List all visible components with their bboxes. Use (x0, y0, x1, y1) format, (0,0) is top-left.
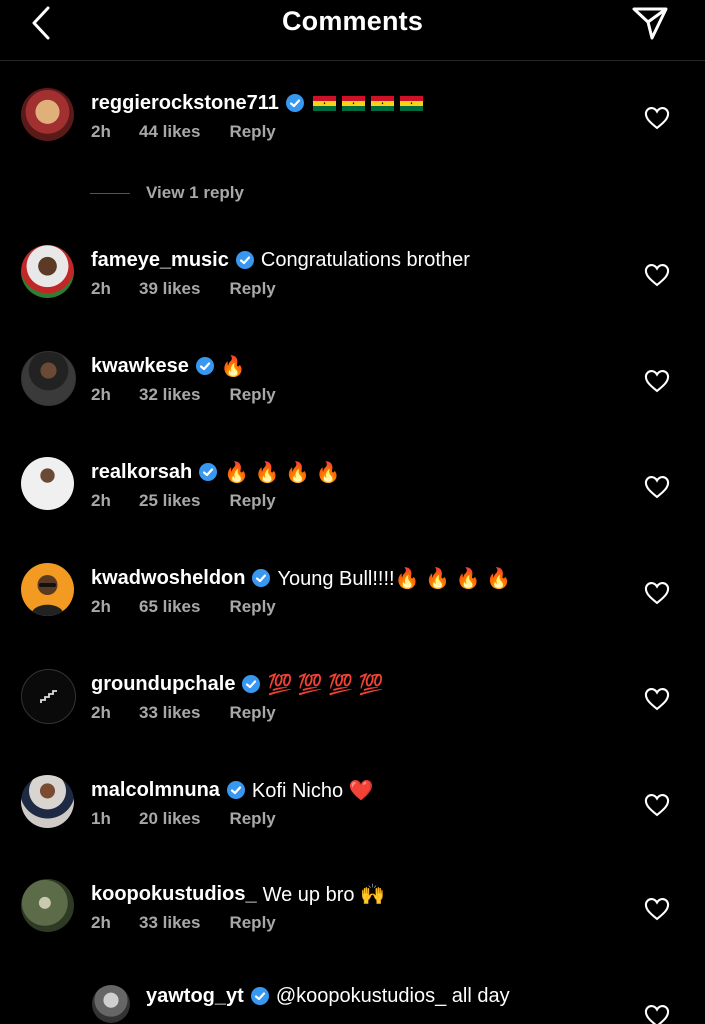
comment-time: 2h (91, 279, 111, 298)
avatar[interactable] (21, 669, 76, 724)
avatar[interactable] (92, 985, 130, 1023)
view-replies-label: View 1 reply (146, 183, 244, 202)
username[interactable]: yawtog_yt (146, 985, 244, 1008)
heart-icon[interactable] (643, 895, 671, 923)
heart-icon[interactable] (643, 367, 671, 395)
avatar-illustration (31, 575, 64, 616)
heart-icon[interactable] (643, 104, 671, 132)
comment-text: Young Bull!!!!🔥 🔥 🔥 🔥 (277, 567, 511, 590)
username[interactable]: malcolmnuna (91, 779, 220, 802)
username[interactable]: groundupchale (91, 673, 235, 696)
reply-button[interactable]: Reply (229, 491, 275, 511)
verified-badge-icon (198, 462, 218, 482)
heart-icon[interactable] (643, 685, 671, 713)
reply-button[interactable]: Reply (229, 597, 275, 617)
page-title: Comments (281, 6, 424, 36)
comment-item: reggierockstone711 2h 44 likes Reply (0, 88, 705, 178)
comment-item: malcolmnuna Kofi Nicho ❤️ 1h 20 likes Re… (0, 775, 705, 865)
header: Comments (0, 0, 705, 61)
comment-time: 2h (91, 597, 111, 616)
avatar[interactable] (21, 245, 74, 298)
avatar[interactable] (21, 351, 76, 406)
comment-item: koopokustudios_ We up bro 🙌 2h 33 likes … (0, 879, 705, 969)
like-count[interactable]: 65 likes (139, 597, 200, 617)
verified-badge-icon (241, 674, 261, 694)
verified-badge-icon (195, 356, 215, 376)
comment-item: fameye_music Congratulations brother 2h … (0, 245, 705, 335)
like-count[interactable]: 20 likes (139, 809, 200, 829)
comment-time: 1h (91, 809, 111, 828)
comment-time: 2h (91, 703, 111, 722)
reply-button[interactable]: Reply (229, 385, 275, 405)
heart-icon[interactable] (643, 1002, 671, 1024)
comment-text: We up bro 🙌 (262, 883, 385, 906)
username[interactable]: koopokustudios_ (91, 883, 257, 906)
username[interactable]: fameye_music (91, 249, 229, 272)
comment-time: 2h (91, 385, 111, 404)
like-count[interactable]: 44 likes (139, 122, 200, 142)
verified-badge-icon (226, 780, 246, 800)
comment-item: kwadwosheldon Young Bull!!!!🔥 🔥 🔥 🔥 2h 6… (0, 563, 705, 653)
stairs-logo-icon (40, 690, 57, 703)
username[interactable]: reggierockstone711 (91, 92, 279, 115)
comment-item: kwawkese 🔥 2h 32 likes Reply (0, 351, 705, 441)
username[interactable]: kwadwosheldon (91, 567, 245, 590)
avatar[interactable] (21, 563, 74, 616)
comment-time: 2h (91, 491, 111, 510)
like-count[interactable]: 33 likes (139, 913, 200, 933)
comment-text: 🔥 (220, 355, 246, 378)
comment-text: 💯 💯 💯 💯 (267, 673, 384, 696)
avatar[interactable] (21, 879, 74, 932)
verified-badge-icon (285, 93, 305, 113)
avatar[interactable] (21, 88, 74, 141)
username[interactable]: realkorsah (91, 461, 192, 484)
heart-icon[interactable] (643, 261, 671, 289)
ghana-flag-emoji (307, 95, 423, 111)
verified-badge-icon (250, 986, 270, 1006)
username[interactable]: kwawkese (91, 355, 189, 378)
reply-item: yawtog_yt @koopokustudios_ all day (0, 981, 705, 1024)
verified-badge-icon (251, 568, 271, 588)
comment-time: 2h (91, 913, 111, 932)
like-count[interactable]: 25 likes (139, 491, 200, 511)
divider (90, 192, 130, 194)
heart-icon[interactable] (643, 473, 671, 501)
comment-text: Congratulations brother (260, 248, 470, 271)
reply-button[interactable]: Reply (229, 703, 275, 723)
like-count[interactable]: 32 likes (139, 385, 200, 405)
avatar[interactable] (21, 457, 74, 510)
like-count[interactable]: 39 likes (139, 279, 200, 299)
send-icon (632, 7, 668, 40)
avatar[interactable] (21, 775, 74, 828)
heart-icon[interactable] (643, 791, 671, 819)
comment-time: 2h (91, 122, 111, 141)
reply-button[interactable]: Reply (229, 122, 275, 142)
verified-badge-icon (235, 250, 255, 270)
comment-text: @koopokustudios_ all day (275, 984, 510, 1007)
comment-item: realkorsah 🔥 🔥 🔥 🔥 2h 25 likes Reply (0, 457, 705, 547)
like-count[interactable]: 33 likes (139, 703, 200, 723)
view-replies-link[interactable]: View 1 reply (90, 183, 244, 203)
comment-text: 🔥 🔥 🔥 🔥 (224, 461, 341, 484)
heart-icon[interactable] (643, 579, 671, 607)
comment-item: groundupchale 💯 💯 💯 💯 2h 33 likes Reply (0, 669, 705, 759)
comment-text: Kofi Nicho ❤️ (251, 779, 374, 802)
send-button[interactable] (629, 4, 671, 42)
reply-button[interactable]: Reply (229, 913, 275, 933)
reply-button[interactable]: Reply (229, 809, 275, 829)
reply-button[interactable]: Reply (229, 279, 275, 299)
